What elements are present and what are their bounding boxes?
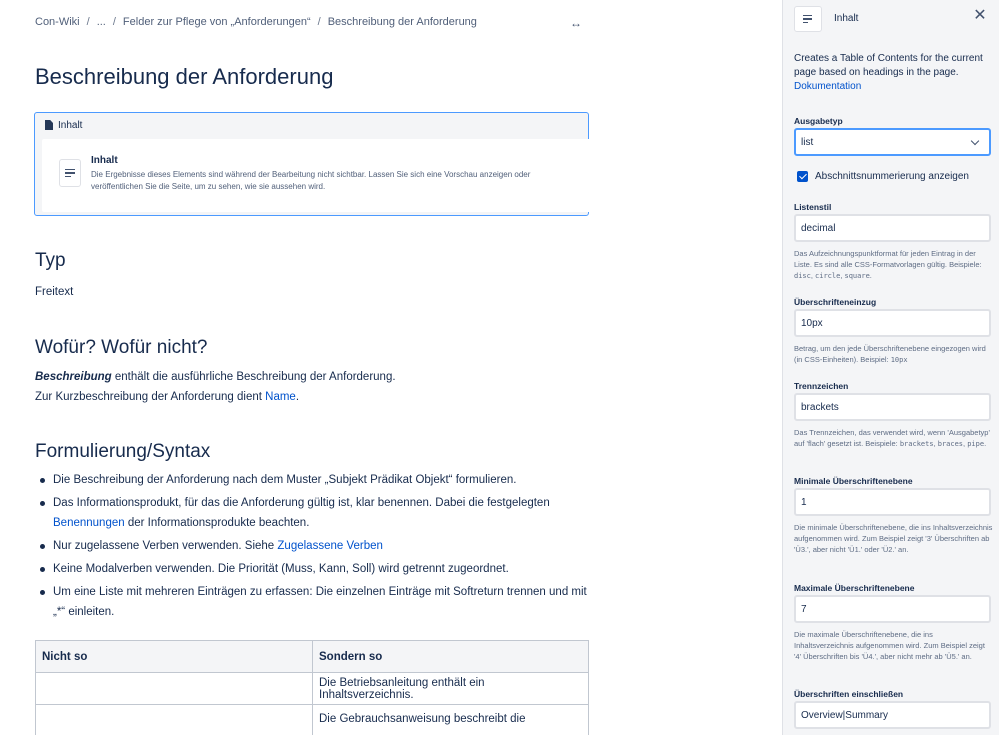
max-ebene-help: Die maximale Überschriftenebene, die ins… [794,630,985,661]
chevron-down-icon [970,136,980,145]
table-header[interactable]: Nicht so [35,640,313,673]
section-numbering-row: Abschnittsnummerierung anzeigen [797,171,969,182]
breadcrumb: Con-Wiki / ... / Felder zur Pflege von „… [35,16,477,28]
einzug-help: Betrag, um den jede Überschriftenebene e… [794,344,986,364]
expand-width-button[interactable]: ↔ [566,14,586,32]
heading-wofuer[interactable]: Wofür? Wofür nicht? [35,337,207,359]
list-item[interactable]: Nur zugelassene Verben verwenden. Siehe … [35,536,595,556]
macro-body: Inhalt Die Ergebnisse dieses Elements si… [42,139,617,212]
heading-formulierung[interactable]: Formulierung/Syntax [35,441,210,463]
ausgabetyp-select[interactable]: list [794,128,991,156]
wofuer-paragraph[interactable]: Beschreibung enthält die ausführliche Be… [35,367,396,407]
trennzeichen-label: Trennzeichen [794,381,849,391]
ausgabetyp-label: Ausgabetyp [794,116,843,126]
list-item[interactable]: Das Informationsprodukt, für das die Anf… [35,493,595,533]
min-ebene-help: Die minimale Überschriftenebene, die ins… [794,523,993,554]
breadcrumb-separator: / [112,16,116,28]
listenstil-input[interactable] [794,214,991,242]
list-item[interactable]: Die Beschreibung der Anforderung nach de… [35,470,595,490]
breadcrumb-item-space[interactable]: Con-Wiki [35,16,80,28]
panel-title: Inhalt [834,13,859,24]
section-numbering-checkbox[interactable] [797,171,808,182]
min-ebene-input[interactable] [794,488,991,516]
section-numbering-label[interactable]: Abschnittsnummerierung anzeigen [815,171,969,182]
breadcrumb-separator: / [317,16,321,28]
breadcrumb-item-ellipsis[interactable]: ... [97,16,106,28]
listenstil-help: Das Aufzeichnungspunktformat für jeden E… [794,249,982,280]
page-title[interactable]: Beschreibung der Anforderung [35,64,333,90]
listenstil-label: Listenstil [794,202,832,212]
einzug-label: Überschrifteneinzug [794,297,877,307]
syntax-list: Die Beschreibung der Anforderung nach de… [35,470,595,625]
table-row: Die Betriebsanleitung enthält ein Inhalt… [35,672,589,705]
expand-arrows-icon: ↔ [570,16,582,30]
list-item[interactable]: Keine Modalverben verwenden. Die Priorit… [35,559,595,579]
link-benennungen[interactable]: Benennungen [53,517,125,529]
page-content: Con-Wiki / ... / Felder zur Pflege von „… [0,0,782,735]
table-cell[interactable] [35,704,313,735]
ausgabetyp-value: list [801,136,814,148]
typ-value[interactable]: Freitext [35,282,73,302]
panel-intro: Creates a Table of Contents for the curr… [794,53,983,92]
table-row: Die Gebrauchsanweisung beschreibt die [35,704,589,735]
link-zugelassene-verben[interactable]: Zugelassene Verben [277,540,383,552]
breadcrumb-item-current[interactable]: Beschreibung der Anforderung [328,16,477,28]
macro-header: Inhalt [35,113,588,137]
table-cell[interactable] [35,672,313,705]
min-ebene-label: Minimale Überschriftenebene [794,476,913,486]
einschliessen-input[interactable] [794,701,991,729]
toc-icon [59,159,81,187]
documentation-link[interactable]: Dokumentation [794,81,861,92]
macro-title: Inhalt [91,155,118,166]
toc-macro[interactable]: Inhalt Inhalt Die Ergebnisse dieses Elem… [34,112,617,216]
table-cell[interactable]: Die Betriebsanleitung enthält ein Inhalt… [312,672,589,705]
close-icon[interactable]: ✕ [971,7,989,25]
macro-config-panel: Inhalt ✕ Creates a Table of Contents for… [782,0,999,735]
table-cell[interactable]: Die Gebrauchsanweisung beschreibt die [312,704,589,735]
link-name[interactable]: Name [265,391,296,403]
toc-icon [794,6,822,32]
list-item[interactable]: Um eine Liste mit mehreren Einträgen zu … [35,582,595,622]
macro-description: Die Ergebnisse dieses Elements sind währ… [91,170,531,191]
breadcrumb-item-parent[interactable]: Felder zur Pflege von „Anforderungen“ [123,16,311,28]
max-ebene-input[interactable] [794,595,991,623]
table-header-row: Nicht so Sondern so [35,640,589,673]
bold-term: Beschreibung [35,371,112,383]
einzug-input[interactable] [794,309,991,337]
macro-header-label: Inhalt [58,119,83,131]
document-icon [45,120,53,130]
einschliessen-label: Überschriften einschließen [794,689,904,699]
trennzeichen-input[interactable] [794,393,991,421]
max-ebene-label: Maximale Überschriftenebene [794,583,915,593]
breadcrumb-separator: / [86,16,90,28]
heading-typ[interactable]: Typ [35,250,66,272]
trennzeichen-help: Das Trennzeichen, das verwendet wird, we… [794,428,990,448]
table-header[interactable]: Sondern so [312,640,589,673]
example-table: Nicht so Sondern so Die Betriebsanleitun… [35,640,589,735]
